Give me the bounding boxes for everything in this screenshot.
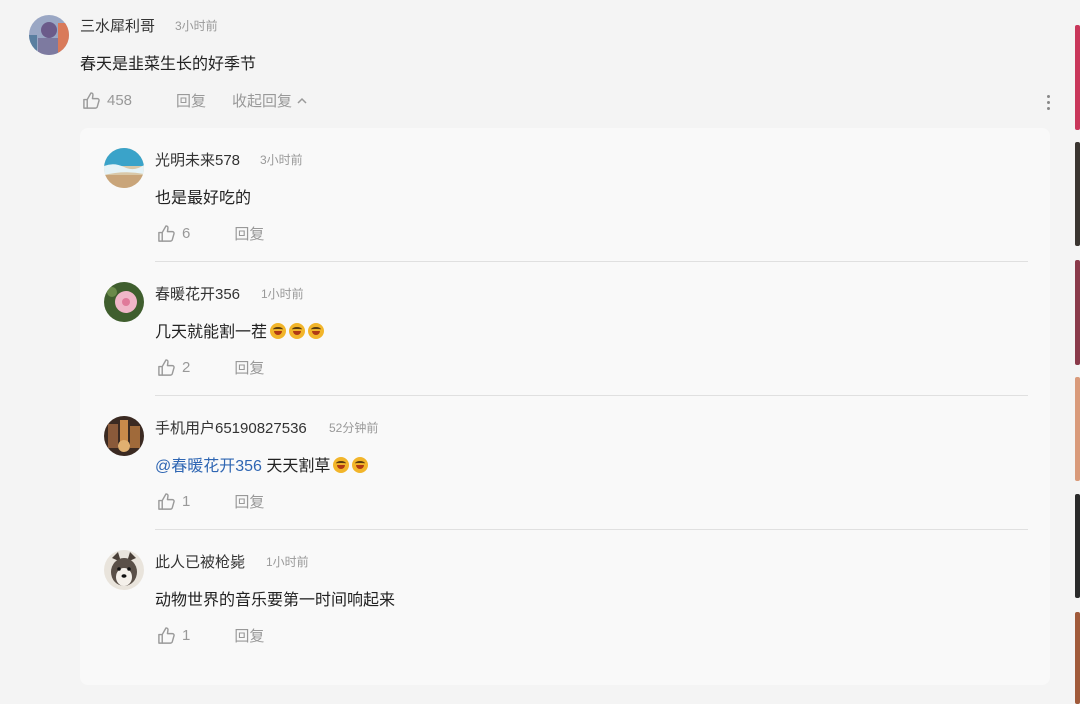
reply-actions: 2 回复	[157, 357, 264, 378]
thumbnail[interactable]	[1075, 494, 1080, 598]
reply-text-content: 几天就能割一茬	[155, 324, 268, 341]
main-comment: 三水犀利哥 3小时前 春天是韭菜生长的好季节 458 回复 收起回复	[0, 0, 1070, 130]
thumbs-up-icon	[158, 359, 175, 376]
reply-author[interactable]: 春暖花开356	[155, 283, 240, 304]
comment-time: 3小时前	[175, 19, 218, 33]
reply-text: 动物世界的音乐要第一时间响起来	[155, 592, 396, 609]
comment-actions: 458 回复 收起回复	[82, 90, 308, 111]
reply-time: 3小时前	[260, 153, 303, 167]
laughing-emoji-icon	[289, 323, 306, 339]
thumbnail[interactable]	[1075, 260, 1080, 365]
collapse-replies-button[interactable]: 收起回复	[232, 90, 308, 111]
thumbnail[interactable]	[1075, 377, 1080, 481]
laughing-emoji-icon	[308, 323, 325, 339]
thumbs-up-icon	[158, 627, 175, 644]
thumbnail[interactable]	[1075, 25, 1080, 130]
like-button[interactable]: 1	[157, 492, 190, 511]
reply-item: 春暖花开356 1小时前 几天就能割一茬 2 回复	[80, 262, 1050, 396]
reply-time: 1小时前	[261, 287, 304, 301]
reply-actions: 1 回复	[157, 625, 264, 646]
reply-item: 光明未来578 3小时前 也是最好吃的 6 回复	[80, 128, 1050, 262]
like-button[interactable]: 1	[157, 626, 190, 645]
reply-button[interactable]: 回复	[234, 625, 264, 646]
like-count: 1	[182, 493, 191, 510]
reply-text-content: 天天割草	[266, 458, 331, 475]
reply-item: 手机用户65190827536 52分钟前 @春暖花开356 天天割草 1 回复	[80, 396, 1050, 530]
reply-button[interactable]: 回复	[234, 223, 264, 244]
thumbnail[interactable]	[1075, 142, 1080, 246]
laughing-tears-emoji-icon	[352, 457, 369, 473]
avatar[interactable]	[29, 15, 69, 55]
thumbs-up-icon	[158, 225, 175, 242]
reply-time: 1小时前	[266, 555, 309, 569]
avatar[interactable]	[104, 416, 144, 456]
comment-text: 春天是韭菜生长的好季节	[80, 56, 257, 73]
avatar[interactable]	[104, 282, 144, 322]
collapse-label: 收起回复	[232, 93, 293, 110]
mention-link[interactable]: @春暖花开356	[155, 458, 262, 475]
reply-button[interactable]: 回复	[234, 357, 264, 378]
like-count: 1	[182, 627, 191, 644]
reply-panel: 光明未来578 3小时前 也是最好吃的 6 回复 春暖花开356 1小时前 几天…	[80, 128, 1050, 685]
laughing-emoji-icon	[270, 323, 287, 339]
laughing-tears-emoji-icon	[333, 457, 350, 473]
like-button[interactable]: 2	[157, 358, 190, 377]
reply-button[interactable]: 回复	[234, 491, 264, 512]
like-button[interactable]: 458	[82, 91, 132, 110]
like-button[interactable]: 6	[157, 224, 190, 243]
chevron-up-icon	[297, 97, 307, 104]
comment-author[interactable]: 三水犀利哥	[80, 15, 155, 36]
sidebar-thumbnail-strip	[1075, 0, 1080, 704]
reply-button[interactable]: 回复	[176, 90, 206, 111]
like-count: 6	[182, 225, 191, 242]
like-count: 2	[182, 359, 191, 376]
thumbs-up-icon	[158, 493, 175, 510]
reply-actions: 1 回复	[157, 491, 264, 512]
reply-author[interactable]: 此人已被枪毙	[155, 551, 245, 572]
reply-item: 此人已被枪毙 1小时前 动物世界的音乐要第一时间响起来 1 回复	[80, 530, 1050, 664]
reply-text: 也是最好吃的	[155, 190, 252, 207]
thumbs-up-icon	[83, 92, 100, 109]
thumbnail[interactable]	[1075, 612, 1080, 704]
avatar[interactable]	[104, 550, 144, 590]
reply-time: 52分钟前	[329, 421, 379, 435]
avatar[interactable]	[104, 148, 144, 188]
reply-actions: 6 回复	[157, 223, 264, 244]
like-count: 458	[107, 92, 133, 109]
reply-text: 几天就能割一茬	[155, 318, 325, 342]
reply-author[interactable]: 手机用户65190827536	[155, 417, 307, 438]
reply-author[interactable]: 光明未来578	[155, 149, 240, 170]
more-options-button[interactable]	[1040, 92, 1056, 112]
reply-text: @春暖花开356 天天割草	[155, 452, 369, 476]
